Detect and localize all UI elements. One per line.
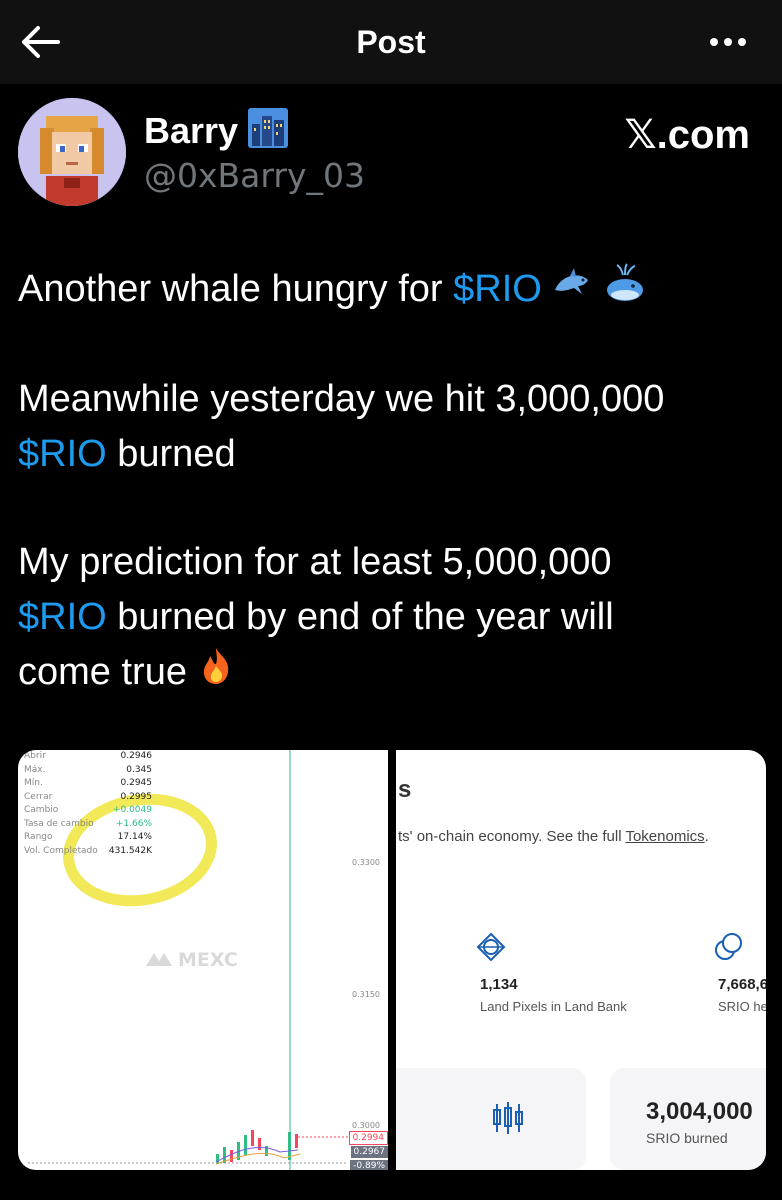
stat-row: Rango 17.14% — [24, 832, 152, 842]
cashtag-link[interactable]: $RIO — [18, 596, 107, 638]
more-options-icon[interactable] — [706, 30, 750, 54]
stat-row: Vol. Completado 431.542K — [24, 845, 152, 856]
tweet-text: Another whale hungry for $RIO Meanwhile … — [18, 262, 758, 702]
svg-text:MEXC: MEXC — [178, 949, 238, 971]
display-name[interactable]: Barry — [144, 110, 238, 152]
coins-icon — [714, 932, 744, 967]
stat-row: Cambio +0.0049 — [24, 805, 152, 815]
mexc-logo-icon — [146, 953, 172, 966]
tokenomics-link[interactable]: Tokenomics — [625, 828, 704, 845]
page-title: Post — [356, 24, 426, 60]
last-price-tag: 0.2994 — [348, 1131, 388, 1145]
city-skyline-emoji-icon — [248, 108, 288, 148]
media-image-chart[interactable]: MEXC Abrir 0.2946 Máx. 0.345 Mín. 0.2945 Ce… — [18, 750, 388, 1170]
user-handle[interactable]: @0xBarry_03 — [144, 156, 365, 195]
media-image-stats[interactable]: s ts' on-chain economy. See the full Tok… — [396, 750, 766, 1170]
dolphin-emoji-icon — [552, 263, 592, 318]
fire-emoji-icon — [198, 646, 234, 702]
chart-stat-card — [396, 1068, 586, 1170]
media-gallery: MEXC Abrir 0.2946 Máx. 0.345 Mín. 0.2945 Ce… — [18, 750, 766, 1170]
tweet-line-3: My prediction for at least 5,000,000 $RI… — [18, 535, 758, 702]
srio-held-value: 7,668,63 — [718, 976, 766, 993]
cashtag-link[interactable]: $RIO — [453, 268, 542, 310]
candlesticks — [215, 1130, 301, 1165]
stat-row: Tasa de cambio +1.66% — [24, 818, 152, 829]
price-axis-label: 0.3300 — [352, 858, 380, 867]
price-axis-label: 0.3000 — [352, 1121, 380, 1130]
section-subtitle: ts' on-chain economy. See the full Token… — [398, 828, 709, 845]
section-heading: s — [398, 776, 412, 803]
price-axis-label: 0.3150 — [352, 990, 380, 999]
burned-label: SRIO burned — [646, 1130, 728, 1146]
candlestick-icon — [490, 1100, 526, 1141]
avatar[interactable] — [18, 98, 126, 206]
tweet-line-1: Another whale hungry for $RIO — [18, 262, 758, 319]
source-label: 𝕏.com — [624, 113, 750, 157]
land-pixels-icon — [476, 932, 506, 967]
burned-stat-card: 3,004,000 SRIO burned — [610, 1068, 766, 1170]
srio-held-label: SRIO helc — [718, 999, 766, 1014]
burned-value: 3,004,000 — [646, 1098, 753, 1125]
land-pixels-label: Land Pixels in Land Bank — [480, 999, 627, 1014]
stat-row: Mín. 0.2945 — [24, 778, 152, 788]
ohlc-stats-panel: Abrir 0.2946 Máx. 0.345 Mín. 0.2945 Cerrar 0… — [24, 750, 152, 858]
land-pixels-value: 1,134 — [480, 976, 518, 993]
spouting-whale-emoji-icon — [603, 263, 647, 319]
stat-row: Máx. 0.345 — [24, 764, 152, 775]
stat-row: Abrir 0.2946 — [24, 751, 152, 761]
cashtag-link[interactable]: $RIO — [18, 433, 107, 475]
top-bar: Post — [0, 0, 782, 84]
stat-row: Cerrar 0.2995 — [24, 791, 152, 802]
tweet-line-2: Meanwhile yesterday we hit 3,000,000 $RI… — [18, 377, 665, 475]
mark-price-tag: 0.2967 — [350, 1146, 388, 1158]
change-pct-tag: -0.89% — [350, 1160, 388, 1170]
